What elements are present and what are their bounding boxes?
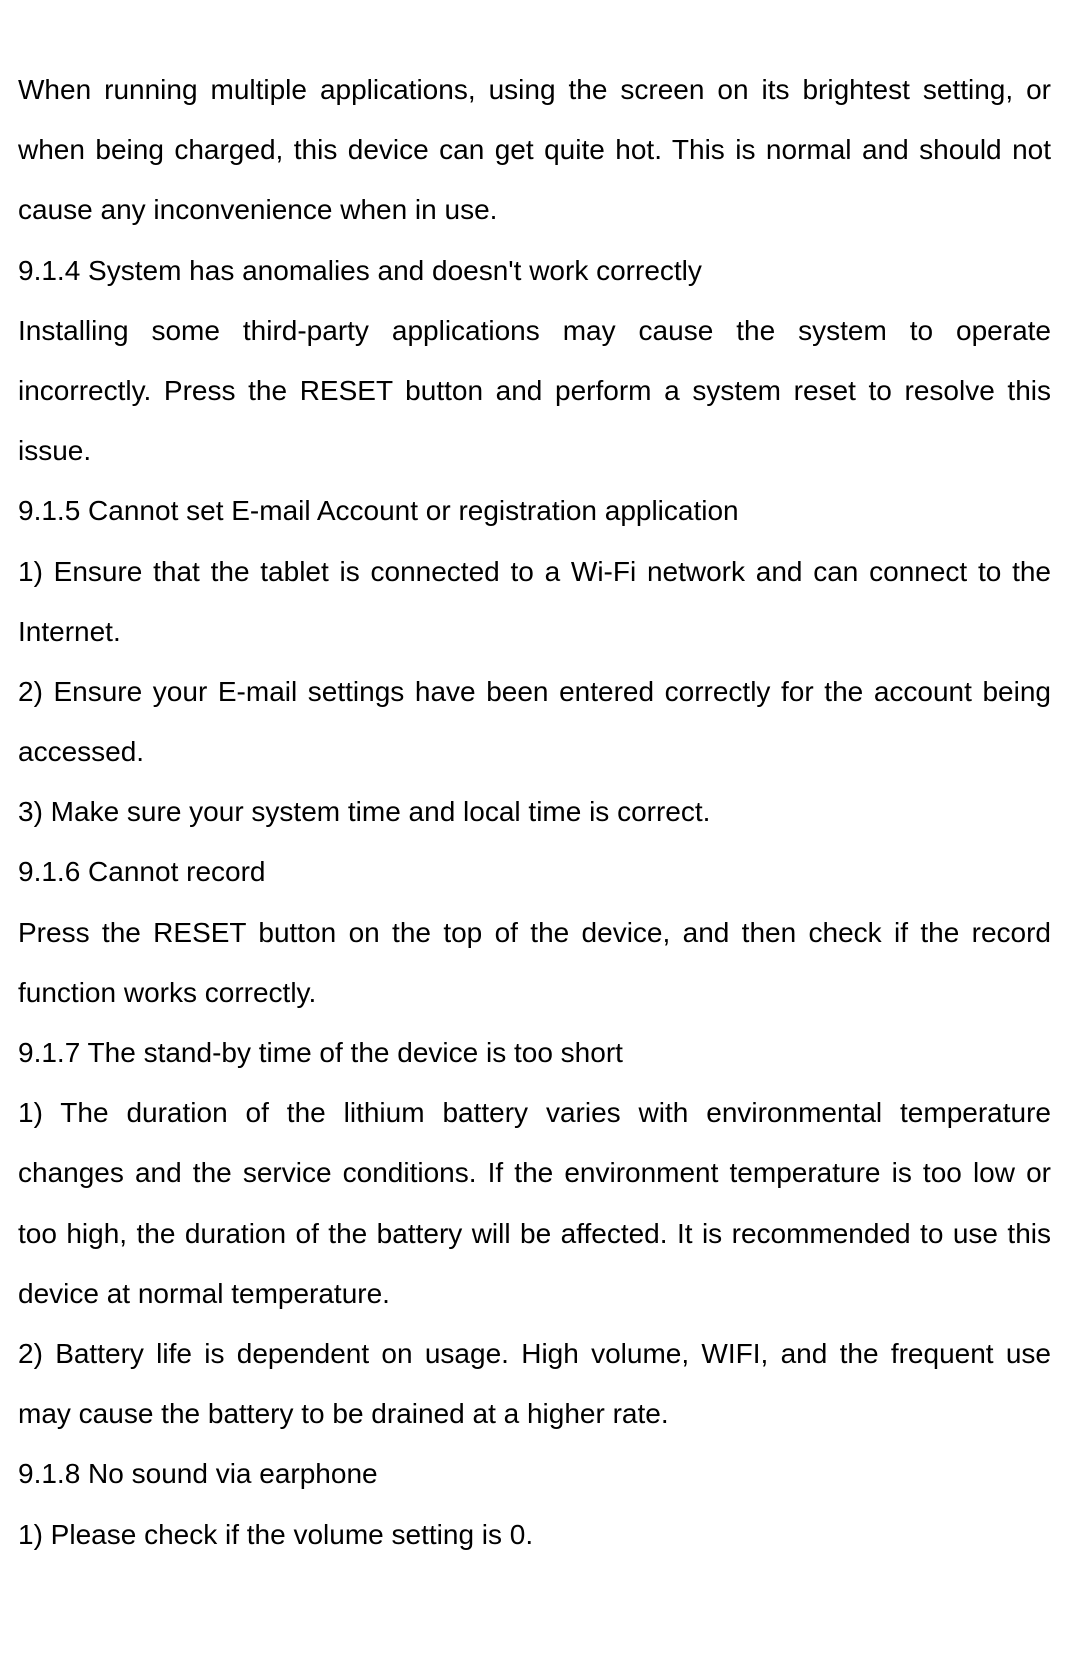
section-917-title: 9.1.7 The stand-by time of the device is… <box>18 1023 1051 1083</box>
section-914-body: Installing some third-party applications… <box>18 301 1051 482</box>
section-915-item-1: 1) Ensure that the tablet is connected t… <box>18 542 1051 662</box>
section-915-item-3: 3) Make sure your system time and local … <box>18 782 1051 842</box>
section-918-item-1: 1) Please check if the volume setting is… <box>18 1505 1051 1565</box>
section-915-title: 9.1.5 Cannot set E-mail Account or regis… <box>18 481 1051 541</box>
section-916-title: 9.1.6 Cannot record <box>18 842 1051 902</box>
section-915-item-2: 2) Ensure your E-mail settings have been… <box>18 662 1051 782</box>
section-914-title: 9.1.4 System has anomalies and doesn't w… <box>18 241 1051 301</box>
section-916-body: Press the RESET button on the top of the… <box>18 903 1051 1023</box>
intro-paragraph: When running multiple applications, usin… <box>18 60 1051 241</box>
section-918-title: 9.1.8 No sound via earphone <box>18 1444 1051 1504</box>
section-917-item-2: 2) Battery life is dependent on usage. H… <box>18 1324 1051 1444</box>
section-917-item-1: 1) The duration of the lithium battery v… <box>18 1083 1051 1324</box>
